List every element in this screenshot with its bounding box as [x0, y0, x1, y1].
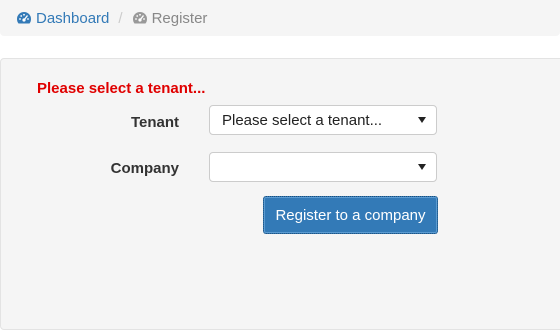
- breadcrumb-item-register: Register: [132, 9, 208, 27]
- breadcrumb-separator: /: [118, 9, 123, 27]
- company-select[interactable]: [209, 152, 437, 182]
- dashboard-icon: [16, 11, 32, 25]
- validation-error-message: Please select a tenant...: [37, 80, 206, 97]
- breadcrumb-item-dashboard[interactable]: Dashboard: [16, 10, 109, 27]
- tenant-label: Tenant: [130, 114, 179, 131]
- breadcrumb-current-register: Register: [151, 9, 208, 27]
- dashboard-icon: [132, 11, 148, 25]
- tenant-select[interactable]: Please select a tenant...: [209, 105, 437, 135]
- chevron-down-icon: [418, 117, 426, 123]
- company-label: Company: [110, 160, 179, 177]
- register-to-company-button[interactable]: Register to a company: [263, 196, 438, 234]
- breadcrumb: Dashboard / Register: [0, 0, 560, 36]
- chevron-down-icon: [418, 164, 426, 170]
- register-form-panel: Please select a tenant... Tenant Please …: [0, 58, 560, 330]
- breadcrumb-link-dashboard[interactable]: Dashboard: [36, 10, 109, 27]
- tenant-select-value: Please select a tenant...: [222, 111, 383, 129]
